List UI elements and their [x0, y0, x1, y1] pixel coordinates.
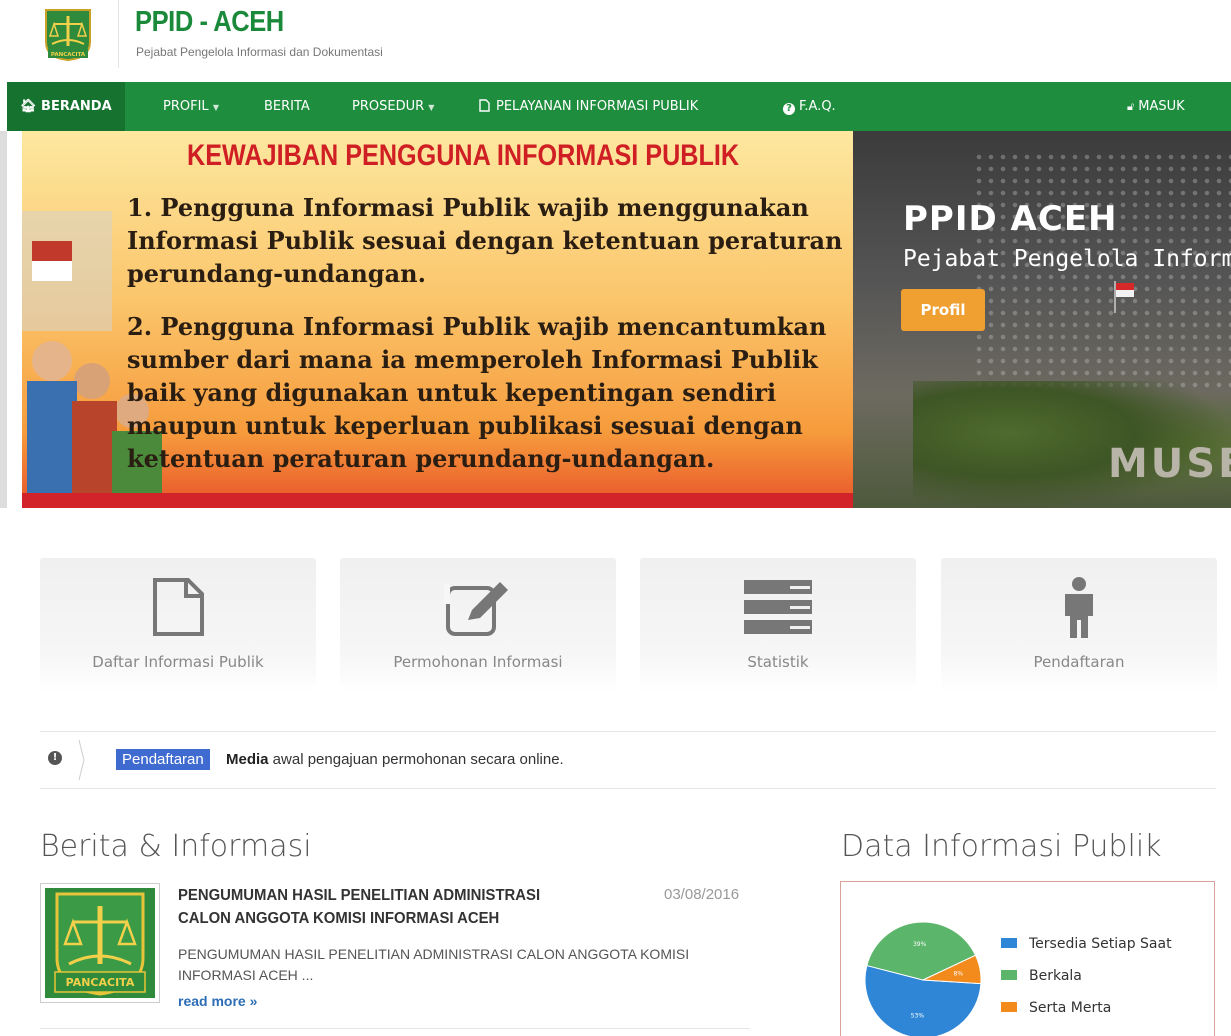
nav-item-profil[interactable]: PROFIL ▼	[163, 82, 219, 131]
feature-daftar-informasi[interactable]: Daftar Informasi Publik	[40, 558, 316, 693]
banner-point-1: 1. Pengguna Informasi Publik wajib mengg…	[127, 193, 843, 288]
nav-label: BERITA	[264, 99, 310, 114]
chevron-divider	[65, 760, 85, 780]
news-ticker: ! Pendaftaran Media awal pengajuan permo…	[40, 731, 1216, 789]
nav-item-faq[interactable]: ? F.A.Q.	[783, 82, 836, 131]
info-icon: !	[48, 751, 62, 765]
feature-statistik[interactable]: Statistik	[640, 558, 916, 693]
banner-body: 1. Pengguna Informasi Publik wajib mengg…	[127, 191, 847, 475]
hero-slide-museum: MUSEU PPID ACEH Pejabat Pengelola Inform…	[853, 131, 1231, 508]
nav-label: PROSEDUR	[352, 99, 425, 114]
login-button[interactable]: 🔓︎ MASUK	[1127, 82, 1185, 131]
feature-label: Pendaftaran	[1033, 653, 1125, 671]
site-subtitle: Pejabat Pengelola Informasi dan Dokument…	[136, 45, 383, 59]
site-header: PANCACITA PPID - ACEH Pejabat Pengelola …	[0, 0, 1231, 82]
ticker-message: awal pengajuan permohonan secara online.	[268, 751, 564, 768]
nav-label: PELAYANAN INFORMASI PUBLIK	[496, 99, 699, 114]
news-section-title: Berita & Informasi	[40, 829, 312, 864]
legend-item[interactable]: Berkala	[1001, 962, 1172, 994]
pie-chart[interactable]: 53% 39% 8%	[863, 920, 983, 1036]
pie-chart-panel: 53% 39% 8% Tersedia Setiap Saat Berkala Sert…	[840, 881, 1215, 1036]
legend-item[interactable]: Tersedia Setiap Saat	[1001, 930, 1172, 962]
site-title[interactable]: PPID - ACEH	[135, 6, 284, 39]
aceh-emblem-logo: PANCACITA	[45, 888, 155, 998]
feature-label: Daftar Informasi Publik	[92, 653, 264, 671]
left-edge-strip	[0, 131, 7, 508]
pie-slice-label: 53%	[911, 1013, 925, 1020]
pie-slice-label: 39%	[913, 941, 927, 948]
nav-item-berita[interactable]: BERITA	[264, 82, 310, 131]
data-section-title: Data Informasi Publik	[841, 829, 1162, 864]
banner-point-2: 2. Pengguna Informasi Publik wajib menca…	[127, 312, 827, 473]
chevron-down-icon: ▼	[212, 103, 219, 112]
feature-label: Statistik	[747, 653, 809, 671]
ticker-badge[interactable]: Pendaftaran	[116, 749, 210, 770]
read-more-link[interactable]: read more »	[178, 993, 257, 1009]
legend-label: Tersedia Setiap Saat	[1029, 936, 1172, 952]
aceh-emblem-logo[interactable]: PANCACITA	[40, 6, 96, 62]
legend-swatch	[1001, 938, 1017, 948]
nav-item-beranda[interactable]: 🏠︎ BERANDA	[7, 82, 125, 131]
chart-legend: Tersedia Setiap Saat Berkala Serta Merta	[1001, 930, 1172, 1026]
hero-banner-obligations: KEWAJIBAN PENGGUNA INFORMASI PUBLIK 1. P…	[22, 131, 853, 508]
legend-swatch	[1001, 970, 1017, 980]
ticker-text[interactable]: Media awal pengajuan permohonan secara o…	[226, 749, 564, 770]
banner-bottom-strip	[22, 493, 853, 508]
edit-icon	[444, 582, 508, 636]
file-icon	[479, 99, 490, 112]
login-label: MASUK	[1138, 99, 1185, 114]
home-icon: 🏠︎	[20, 99, 37, 114]
hero-carousel[interactable]: KEWAJIBAN PENGGUNA INFORMASI PUBLIK 1. P…	[7, 131, 1231, 508]
news-thumbnail[interactable]: PANCACITA	[40, 883, 160, 1003]
news-date: 03/08/2016	[664, 886, 740, 903]
logo-text: PANCACITA	[66, 976, 135, 989]
nav-item-pelayanan[interactable]: PELAYANAN INFORMASI PUBLIK	[479, 82, 698, 131]
hero-caption-title: PPID ACEH	[903, 199, 1118, 239]
server-icon	[744, 580, 812, 634]
feature-permohonan-informasi[interactable]: Permohonan Informasi	[340, 558, 616, 693]
profil-button[interactable]: Profil	[901, 289, 985, 331]
news-divider	[40, 1028, 750, 1029]
chevron-divider	[65, 740, 85, 760]
banner-heading: KEWAJIBAN PENGGUNA INFORMASI PUBLIK	[187, 139, 740, 172]
news-title[interactable]: PENGUMUMAN HASIL PENELITIAN ADMINISTRASI…	[178, 884, 597, 930]
main-navbar: 🏠︎ BERANDA PROFIL ▼ BERITA PROSEDUR ▼ PE…	[7, 82, 1231, 131]
hero-caption-subtitle: Pejabat Pengelola Informa	[903, 246, 1231, 272]
legend-label: Serta Merta	[1029, 1000, 1112, 1016]
brand-divider	[118, 0, 119, 68]
file-icon	[153, 578, 204, 636]
legend-swatch	[1001, 1002, 1017, 1012]
legend-item[interactable]: Serta Merta	[1001, 994, 1172, 1026]
nav-label: F.A.Q.	[799, 99, 836, 114]
feature-label: Permohonan Informasi	[393, 653, 563, 671]
ticker-bold: Media	[226, 751, 269, 768]
flag-icon	[1114, 281, 1134, 313]
chevron-down-icon: ▼	[428, 103, 435, 112]
logo-text: PANCACITA	[51, 52, 86, 58]
legend-label: Berkala	[1029, 968, 1082, 984]
person-icon	[1065, 577, 1093, 638]
nav-label: PROFIL	[163, 99, 209, 114]
question-circle-icon: ?	[783, 103, 795, 115]
pie-slice-label: 8%	[954, 970, 964, 977]
news-excerpt: PENGUMUMAN HASIL PENELITIAN ADMINISTRASI…	[178, 946, 690, 983]
building-sign: MUSEU	[1108, 441, 1231, 487]
feature-pendaftaran[interactable]: Pendaftaran	[941, 558, 1217, 693]
nav-item-prosedur[interactable]: PROSEDUR ▼	[352, 82, 434, 131]
unlock-icon: 🔓︎	[1127, 100, 1135, 113]
nav-label: BERANDA	[41, 99, 112, 114]
